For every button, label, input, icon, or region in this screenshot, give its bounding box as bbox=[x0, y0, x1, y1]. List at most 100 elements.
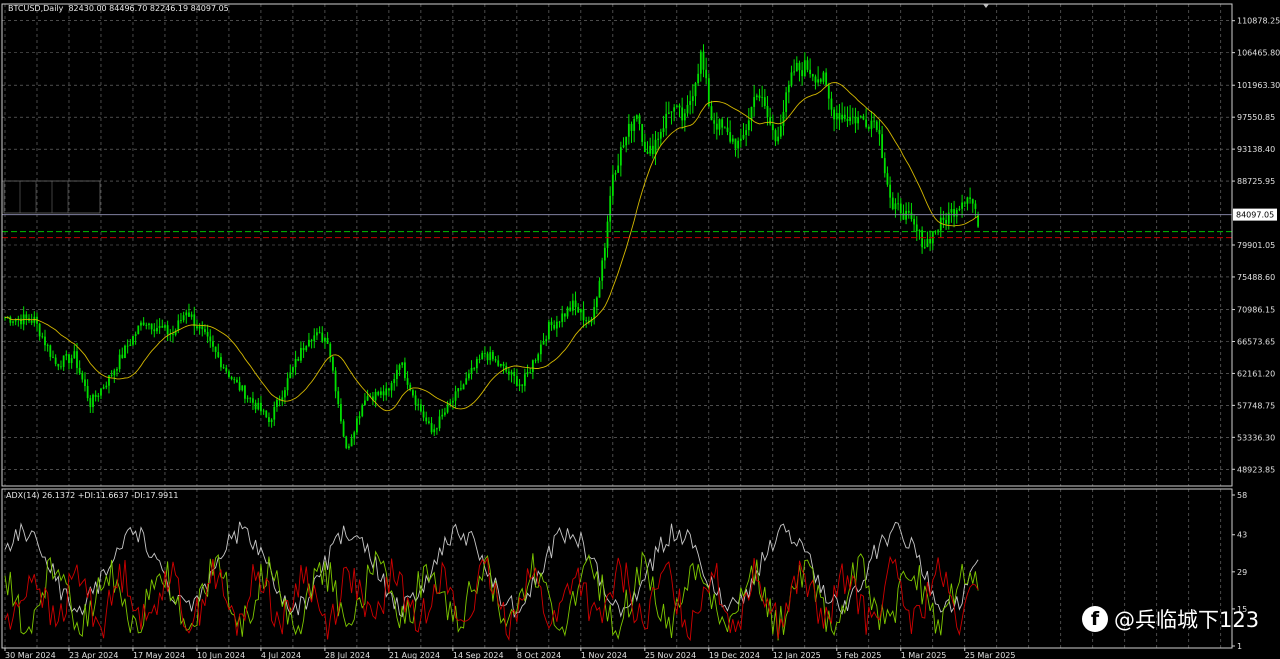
candle-body bbox=[393, 379, 396, 384]
candle-body bbox=[318, 332, 321, 334]
candle-body bbox=[25, 314, 28, 319]
candle-body bbox=[212, 341, 214, 347]
candle-body bbox=[166, 325, 169, 335]
candle-body bbox=[609, 195, 612, 222]
candle-body bbox=[678, 105, 681, 108]
candle-body bbox=[30, 320, 33, 323]
candle-body bbox=[145, 324, 148, 326]
candle-body bbox=[150, 323, 153, 330]
candle-body bbox=[68, 354, 70, 363]
candle-body bbox=[675, 105, 678, 108]
candle-body bbox=[329, 343, 332, 358]
candle-body bbox=[843, 114, 846, 119]
candle-body bbox=[427, 421, 430, 424]
candle-body bbox=[284, 390, 286, 398]
candle-body bbox=[102, 387, 105, 389]
candle-body bbox=[193, 314, 196, 327]
candle-body bbox=[140, 322, 142, 326]
candle-body bbox=[126, 345, 129, 347]
candle-body bbox=[745, 130, 748, 135]
candle-body bbox=[236, 379, 238, 383]
candle-body bbox=[265, 410, 268, 418]
candle-body bbox=[438, 416, 441, 429]
adx-indicator-panel[interactable] bbox=[4, 489, 1222, 648]
current-price-label: 84097.05 bbox=[1236, 211, 1274, 220]
candle-body bbox=[694, 83, 697, 97]
candle-body bbox=[457, 388, 460, 392]
candle-body bbox=[801, 70, 804, 77]
candle-body bbox=[526, 372, 529, 375]
candle-body bbox=[321, 332, 324, 342]
candle-body bbox=[337, 391, 340, 405]
candle-body bbox=[198, 326, 201, 329]
candle-body bbox=[473, 367, 476, 369]
candle-body bbox=[881, 134, 884, 159]
y-tick-label: 79901.05 bbox=[1237, 241, 1275, 250]
candle-body bbox=[148, 323, 150, 326]
candle-body bbox=[132, 335, 134, 345]
y-tick-label: 48923.85 bbox=[1237, 465, 1275, 474]
candle-body bbox=[910, 212, 913, 219]
chart-window[interactable]: 30 Mar 2024 23 Apr 2024 17 May 2024 10 Jun … bbox=[0, 0, 1280, 659]
candle-body bbox=[382, 391, 385, 396]
candle-body bbox=[699, 51, 702, 74]
candle-body bbox=[582, 309, 585, 321]
candle-body bbox=[851, 116, 854, 118]
candle-body bbox=[86, 386, 89, 399]
candle-body bbox=[185, 312, 188, 316]
candle-body bbox=[220, 357, 222, 368]
candle-body bbox=[758, 95, 761, 98]
candle-body bbox=[873, 120, 876, 122]
candle-body bbox=[454, 391, 457, 401]
facebook-icon: f bbox=[1082, 606, 1108, 632]
candle-body bbox=[771, 124, 774, 131]
moving-average-line bbox=[4, 82, 979, 412]
candle-body bbox=[726, 127, 729, 133]
candle-body bbox=[963, 202, 966, 204]
candle-body bbox=[822, 72, 825, 82]
candle-body bbox=[723, 127, 726, 129]
candle-body bbox=[356, 418, 358, 433]
candle-body bbox=[206, 331, 209, 337]
candle-body bbox=[433, 429, 436, 433]
candle-body bbox=[710, 106, 713, 121]
candle-body bbox=[209, 336, 212, 342]
candle-body bbox=[92, 394, 94, 408]
candle-body bbox=[763, 97, 766, 106]
candle-body bbox=[38, 323, 41, 337]
candle-body bbox=[830, 98, 833, 110]
candle-body bbox=[491, 352, 494, 360]
candle-body bbox=[563, 313, 566, 317]
candle-body bbox=[478, 359, 481, 360]
candle-body bbox=[555, 321, 558, 329]
candle-body bbox=[348, 446, 350, 448]
candle-body bbox=[875, 121, 878, 130]
candle-body bbox=[539, 344, 542, 355]
candle-body bbox=[659, 131, 662, 139]
candle-body bbox=[222, 367, 225, 369]
candle-body bbox=[9, 316, 12, 323]
candle-body bbox=[913, 218, 916, 225]
candle-body bbox=[467, 373, 470, 379]
candle-body bbox=[459, 388, 462, 390]
candle-body bbox=[52, 356, 54, 358]
candle-body bbox=[254, 402, 257, 410]
candle-body bbox=[617, 165, 620, 173]
candle-body bbox=[182, 315, 185, 321]
candle-body bbox=[177, 320, 180, 331]
candle-body bbox=[54, 357, 57, 364]
candle-body bbox=[57, 363, 60, 367]
candle-body bbox=[417, 404, 420, 406]
candle-body bbox=[108, 375, 110, 386]
price-panel[interactable] bbox=[2, 4, 1232, 486]
candle-body bbox=[353, 432, 356, 439]
candle-body bbox=[430, 423, 433, 433]
candle-body bbox=[137, 325, 140, 335]
candle-body bbox=[737, 140, 740, 149]
candle-body bbox=[116, 369, 118, 371]
minus-di-line bbox=[4, 555, 979, 642]
candle-body bbox=[332, 357, 334, 371]
candle-body bbox=[766, 105, 769, 118]
candle-body bbox=[531, 360, 534, 373]
candle-body bbox=[579, 309, 582, 313]
